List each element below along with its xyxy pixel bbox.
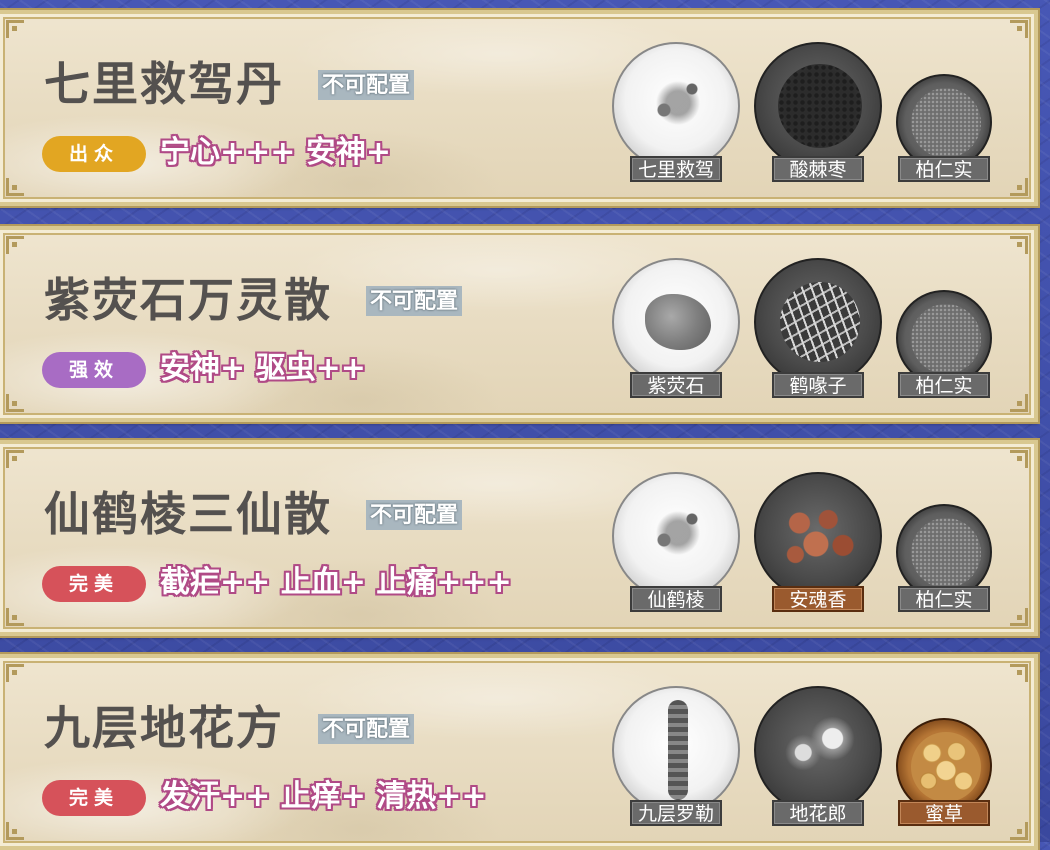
corner-ornament [6, 178, 24, 196]
grain-icon [911, 518, 981, 588]
recipe-title: 紫荧石万灵散 [44, 273, 332, 327]
grain-icon [911, 304, 981, 374]
effects-text: 安神+ 驱虫++ [160, 351, 366, 386]
herb-icon [643, 68, 713, 138]
root-slices-icon [911, 732, 981, 802]
corner-ornament [1010, 178, 1028, 196]
effects-text: 截疟++ 止血+ 止痛+++ [160, 565, 512, 600]
ingredient-label: 柏仁实 [898, 586, 990, 612]
corner-ornament [1010, 450, 1028, 468]
corner-ornament [6, 394, 24, 412]
recipe-title: 七里救驾丹 [44, 57, 284, 111]
corner-ornament [6, 664, 24, 682]
corner-ornament [6, 608, 24, 626]
config-badge: 不可配置 [318, 714, 415, 744]
effects-text: 宁心+++ 安神+ [160, 135, 391, 170]
corner-ornament [6, 236, 24, 254]
corner-ornament [1010, 394, 1028, 412]
ingredient-label: 柏仁实 [898, 372, 990, 398]
seeds-icon [778, 64, 862, 148]
ingredient-label: 蜜草 [898, 800, 990, 826]
herb-icon [643, 498, 713, 568]
white-plate-icon [612, 472, 740, 600]
white-plate-icon [612, 686, 740, 814]
corner-ornament [1010, 608, 1028, 626]
corner-ornament [1010, 822, 1028, 840]
corner-ornament [6, 450, 24, 468]
config-badge: 不可配置 [318, 70, 415, 100]
grade-badge: 出众 [42, 136, 146, 172]
ingredient-label: 安魂香 [772, 586, 864, 612]
corner-ornament [6, 822, 24, 840]
flower-spike-icon [668, 700, 688, 800]
grain-icon [911, 88, 981, 158]
corner-ornament [1010, 236, 1028, 254]
ingredient-label: 地花郎 [772, 800, 864, 826]
recipe-card[interactable]: 九层地花方 不可配置 完美 发汗++ 止痒+ 清热++ 九层罗勒 地花郎 蜜草 [0, 652, 1040, 850]
grade-badge: 完美 [42, 780, 146, 816]
seed-husk-icon [780, 282, 860, 362]
dark-plate-icon [754, 472, 882, 600]
config-badge: 不可配置 [366, 286, 463, 316]
recipe-title: 九层地花方 [44, 701, 284, 755]
ingredient-label: 紫荧石 [630, 372, 722, 398]
recipe-card[interactable]: 七里救驾丹 不可配置 出众 宁心+++ 安神+ 七里救驾 酸棘枣 柏仁实 [0, 8, 1040, 208]
ingredient-label: 九层罗勒 [630, 800, 722, 826]
dark-plate-icon [754, 258, 882, 386]
white-plate-icon [612, 258, 740, 386]
grade-badge: 完美 [42, 566, 146, 602]
corner-ornament [1010, 664, 1028, 682]
dark-plate-icon [754, 686, 882, 814]
ingredient-label: 七里救驾 [630, 156, 722, 182]
config-badge: 不可配置 [366, 500, 463, 530]
grade-badge: 强效 [42, 352, 146, 388]
stone-icon [645, 294, 711, 350]
corner-ornament [6, 20, 24, 38]
ingredient-label: 酸棘枣 [772, 156, 864, 182]
white-plate-icon [612, 42, 740, 170]
resin-chunks-icon [779, 502, 861, 572]
thistle-flower-icon [778, 714, 862, 784]
ingredient-label: 柏仁实 [898, 156, 990, 182]
corner-ornament [1010, 20, 1028, 38]
ingredient-label: 鹤喙子 [772, 372, 864, 398]
recipe-title: 仙鹤棱三仙散 [44, 487, 332, 541]
recipe-card[interactable]: 仙鹤棱三仙散 不可配置 完美 截疟++ 止血+ 止痛+++ 仙鹤棱 安魂香 柏仁… [0, 438, 1040, 638]
dark-plate-icon [754, 42, 882, 170]
recipe-card[interactable]: 紫荧石万灵散 不可配置 强效 安神+ 驱虫++ 紫荧石 鹤喙子 柏仁实 [0, 224, 1040, 424]
ingredient-label: 仙鹤棱 [630, 586, 722, 612]
effects-text: 发汗++ 止痒+ 清热++ [160, 779, 487, 814]
